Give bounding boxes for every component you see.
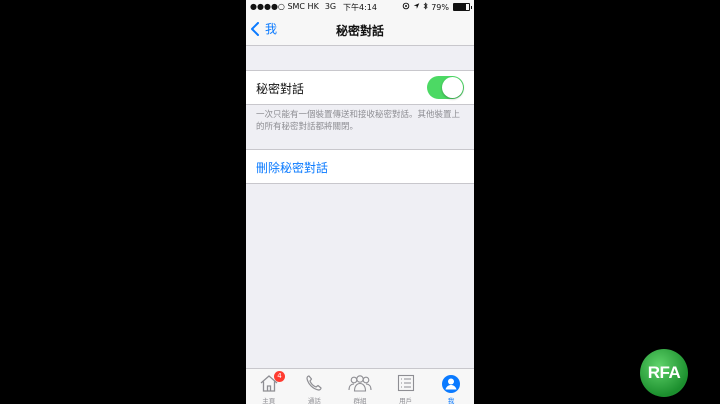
notification-badge: 4 [274,371,285,382]
tab-groups[interactable]: 群組 [337,369,383,404]
battery-percent: 79% [431,2,449,12]
phone-screen: ●●●●○ SMC HK 3G 下午4:14 79% 我 秘密對話 秘密對話 一… [246,0,474,404]
profile-icon [442,375,461,393]
battery-icon [453,3,472,11]
status-bar: ●●●●○ SMC HK 3G 下午4:14 79% [246,0,474,14]
bluetooth-icon [423,2,428,12]
secret-conversation-toggle[interactable] [427,76,464,99]
tab-home[interactable]: 4 主頁 [246,369,292,404]
tab-label: 群組 [353,397,367,404]
status-right: 79% [402,2,472,12]
rfa-logo-text: RFA [647,363,681,382]
location-icon [413,2,420,12]
tab-users[interactable]: 用戶 [383,369,429,404]
rfa-logo: RFA [640,349,688,397]
secret-conversation-footnote: 一次只能有一個裝置傳送和接收秘密對話。其他裝置上的所有秘密對話都將關閉。 [256,110,461,132]
tab-label: 我 [447,397,455,404]
lock-rotation-icon [402,2,410,12]
secret-conversation-row: 秘密對話 [246,70,474,105]
toggle-knob [442,77,463,98]
delete-secret-conversations-row[interactable]: 刪除秘密對話 [246,149,474,184]
tab-label: 通話 [307,397,321,404]
navigation-bar: 我 秘密對話 [246,14,474,46]
page-title: 秘密對話 [335,24,384,38]
delete-secret-conversations-button[interactable]: 刪除秘密對話 [256,159,328,176]
list-icon [397,374,414,392]
tab-bar: 4 主頁 通話 群組 用戶 我 [246,368,474,404]
tab-label: 主頁 [262,397,276,404]
battery-fill [454,4,466,10]
tab-label: 用戶 [399,397,413,404]
tab-calls[interactable]: 通話 [292,369,338,404]
secret-conversation-label: 秘密對話 [256,82,305,96]
phone-icon [306,375,322,391]
group-icon [348,375,372,392]
tab-me[interactable]: 我 [428,369,474,404]
